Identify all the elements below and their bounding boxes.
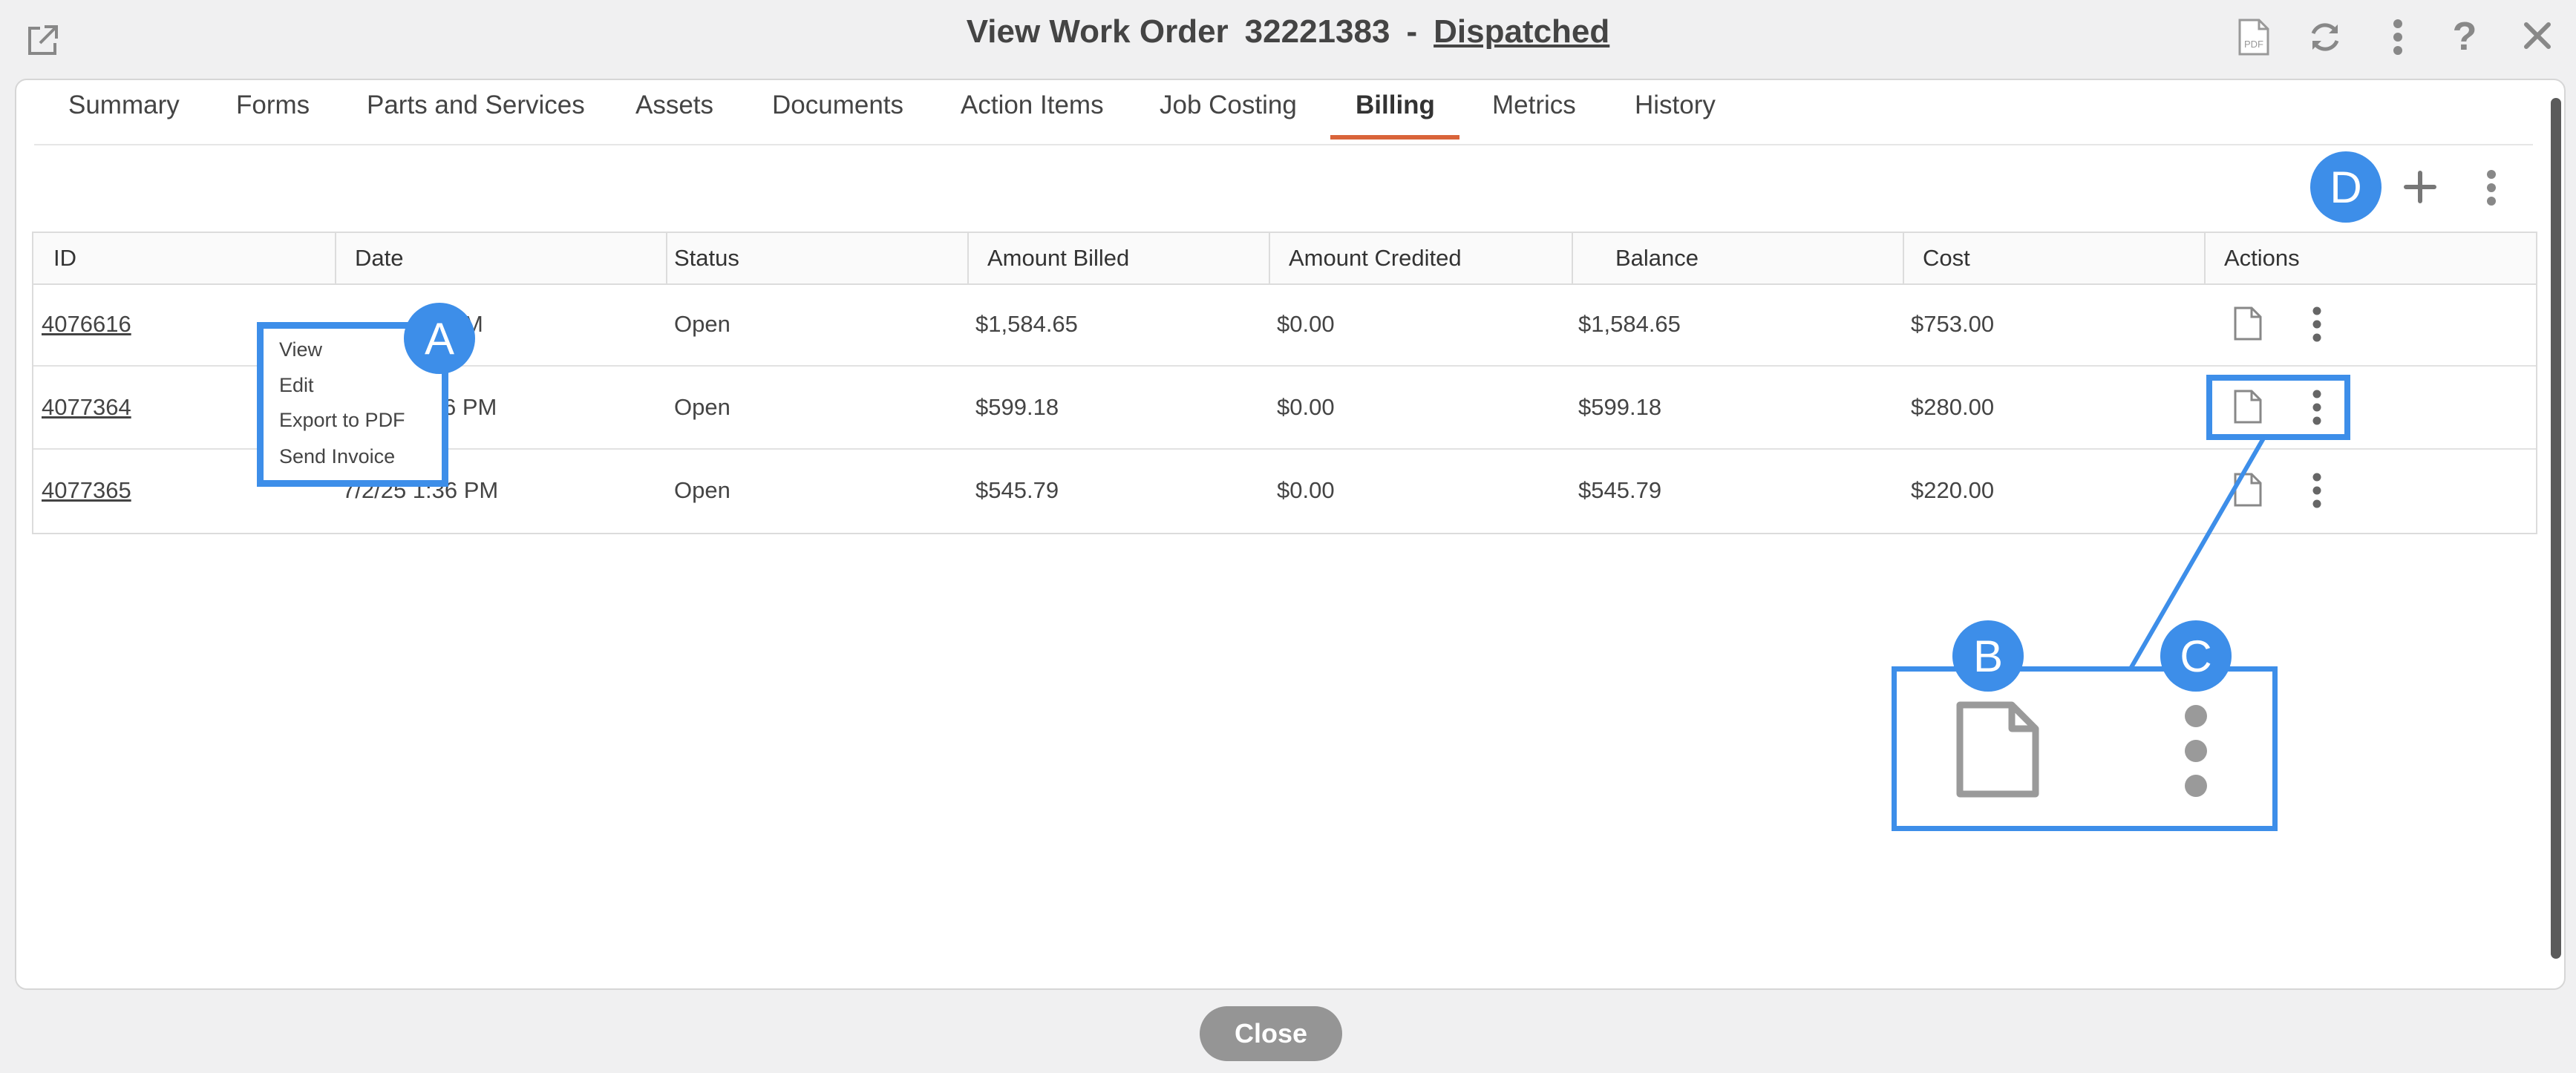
close-button[interactable]: Close — [1200, 1006, 1342, 1061]
column-header-balance[interactable]: Balance — [1615, 233, 1699, 283]
active-tab-indicator — [1330, 135, 1459, 140]
menu-item-send-invoice[interactable]: Send Invoice — [279, 445, 395, 468]
help-icon[interactable]: ? — [2442, 10, 2487, 62]
row-id-link[interactable]: 4076616 — [42, 283, 131, 365]
status-link[interactable]: Dispatched — [1434, 13, 1609, 50]
actions-highlight-box — [2206, 375, 2350, 440]
row-date: 6 PM — [443, 394, 497, 420]
callout-b: B — [1952, 620, 2024, 692]
more-vert-icon[interactable] — [2383, 15, 2413, 59]
row-amount-credited: $0.00 — [1277, 394, 1335, 420]
tab-bar: Summary Forms Parts and Services Assets … — [34, 83, 2533, 145]
row-cost: $753.00 — [1911, 311, 1995, 337]
pdf-icon-text: PDF — [2244, 39, 2263, 50]
row-status: Open — [674, 477, 730, 503]
row-status: Open — [674, 311, 730, 337]
table-header: ID Date Status Amount Billed Amount Cred… — [33, 233, 2536, 285]
column-header-cost[interactable]: Cost — [1923, 233, 1970, 283]
row-amount-credited: $0.00 — [1277, 311, 1335, 337]
row-status: Open — [674, 394, 730, 420]
menu-item-export-to-pdf[interactable]: Export to PDF — [279, 409, 405, 432]
title-prefix: View Work Order — [966, 13, 1229, 50]
page-title: View Work Order 32221383- Dispatched — [0, 7, 2576, 56]
row-cost: $280.00 — [1911, 394, 1995, 420]
row-id-link[interactable]: 4077364 — [42, 367, 131, 448]
row-balance: $545.79 — [1578, 477, 1662, 503]
column-header-actions: Actions — [2224, 245, 2300, 271]
row-balance: $1,584.65 — [1578, 311, 1681, 337]
row-amount-billed: $1,584.65 — [975, 311, 1078, 337]
refresh-icon[interactable] — [2303, 15, 2347, 59]
tab-history[interactable]: History — [1635, 91, 1716, 120]
row-amount-billed: $545.79 — [975, 477, 1059, 503]
row-more-icon[interactable] — [2312, 472, 2322, 509]
row-amount-credited: $0.00 — [1277, 477, 1335, 503]
column-header-amount-credited[interactable]: Amount Credited — [1289, 233, 1462, 283]
add-icon[interactable] — [2399, 166, 2441, 208]
title-separator: - — [1406, 13, 1418, 50]
menu-item-edit[interactable]: Edit — [279, 374, 314, 397]
tab-assets[interactable]: Assets — [635, 91, 713, 120]
column-header-amount-billed[interactable]: Amount Billed — [987, 233, 1129, 283]
callout-d: D — [2310, 151, 2382, 223]
callout-c: C — [2160, 620, 2232, 692]
callout-a: A — [404, 303, 475, 374]
tab-action-items[interactable]: Action Items — [961, 91, 1104, 120]
column-header-date[interactable]: Date — [355, 233, 403, 283]
tab-job-costing[interactable]: Job Costing — [1160, 91, 1297, 120]
row-amount-billed: $599.18 — [975, 394, 1059, 420]
zoomed-more-icon — [2185, 705, 2207, 797]
tab-parts-and-services[interactable]: Parts and Services — [367, 91, 585, 120]
row-balance: $599.18 — [1578, 394, 1662, 420]
tab-summary[interactable]: Summary — [68, 91, 180, 120]
tab-billing[interactable]: Billing — [1356, 91, 1435, 120]
column-header-id[interactable]: ID — [53, 233, 76, 283]
column-header-status[interactable]: Status — [674, 233, 739, 283]
toolbar-more-icon[interactable] — [2477, 168, 2506, 208]
menu-item-view[interactable]: View — [279, 338, 322, 361]
work-order-number: 32221383 — [1244, 13, 1390, 50]
document-icon[interactable] — [2233, 306, 2263, 341]
pdf-icon[interactable]: PDF — [2233, 15, 2275, 59]
row-more-icon[interactable] — [2312, 306, 2322, 343]
close-icon[interactable] — [2515, 13, 2560, 58]
row-id-link[interactable]: 4077365 — [42, 450, 131, 531]
tab-documents[interactable]: Documents — [772, 91, 903, 120]
zoomed-document-icon — [1956, 701, 2039, 798]
tab-forms[interactable]: Forms — [236, 91, 310, 120]
scrollbar[interactable] — [2551, 98, 2561, 959]
tab-metrics[interactable]: Metrics — [1492, 91, 1576, 120]
zoomed-actions-box — [1892, 666, 2278, 831]
row-cost: $220.00 — [1911, 477, 1995, 503]
